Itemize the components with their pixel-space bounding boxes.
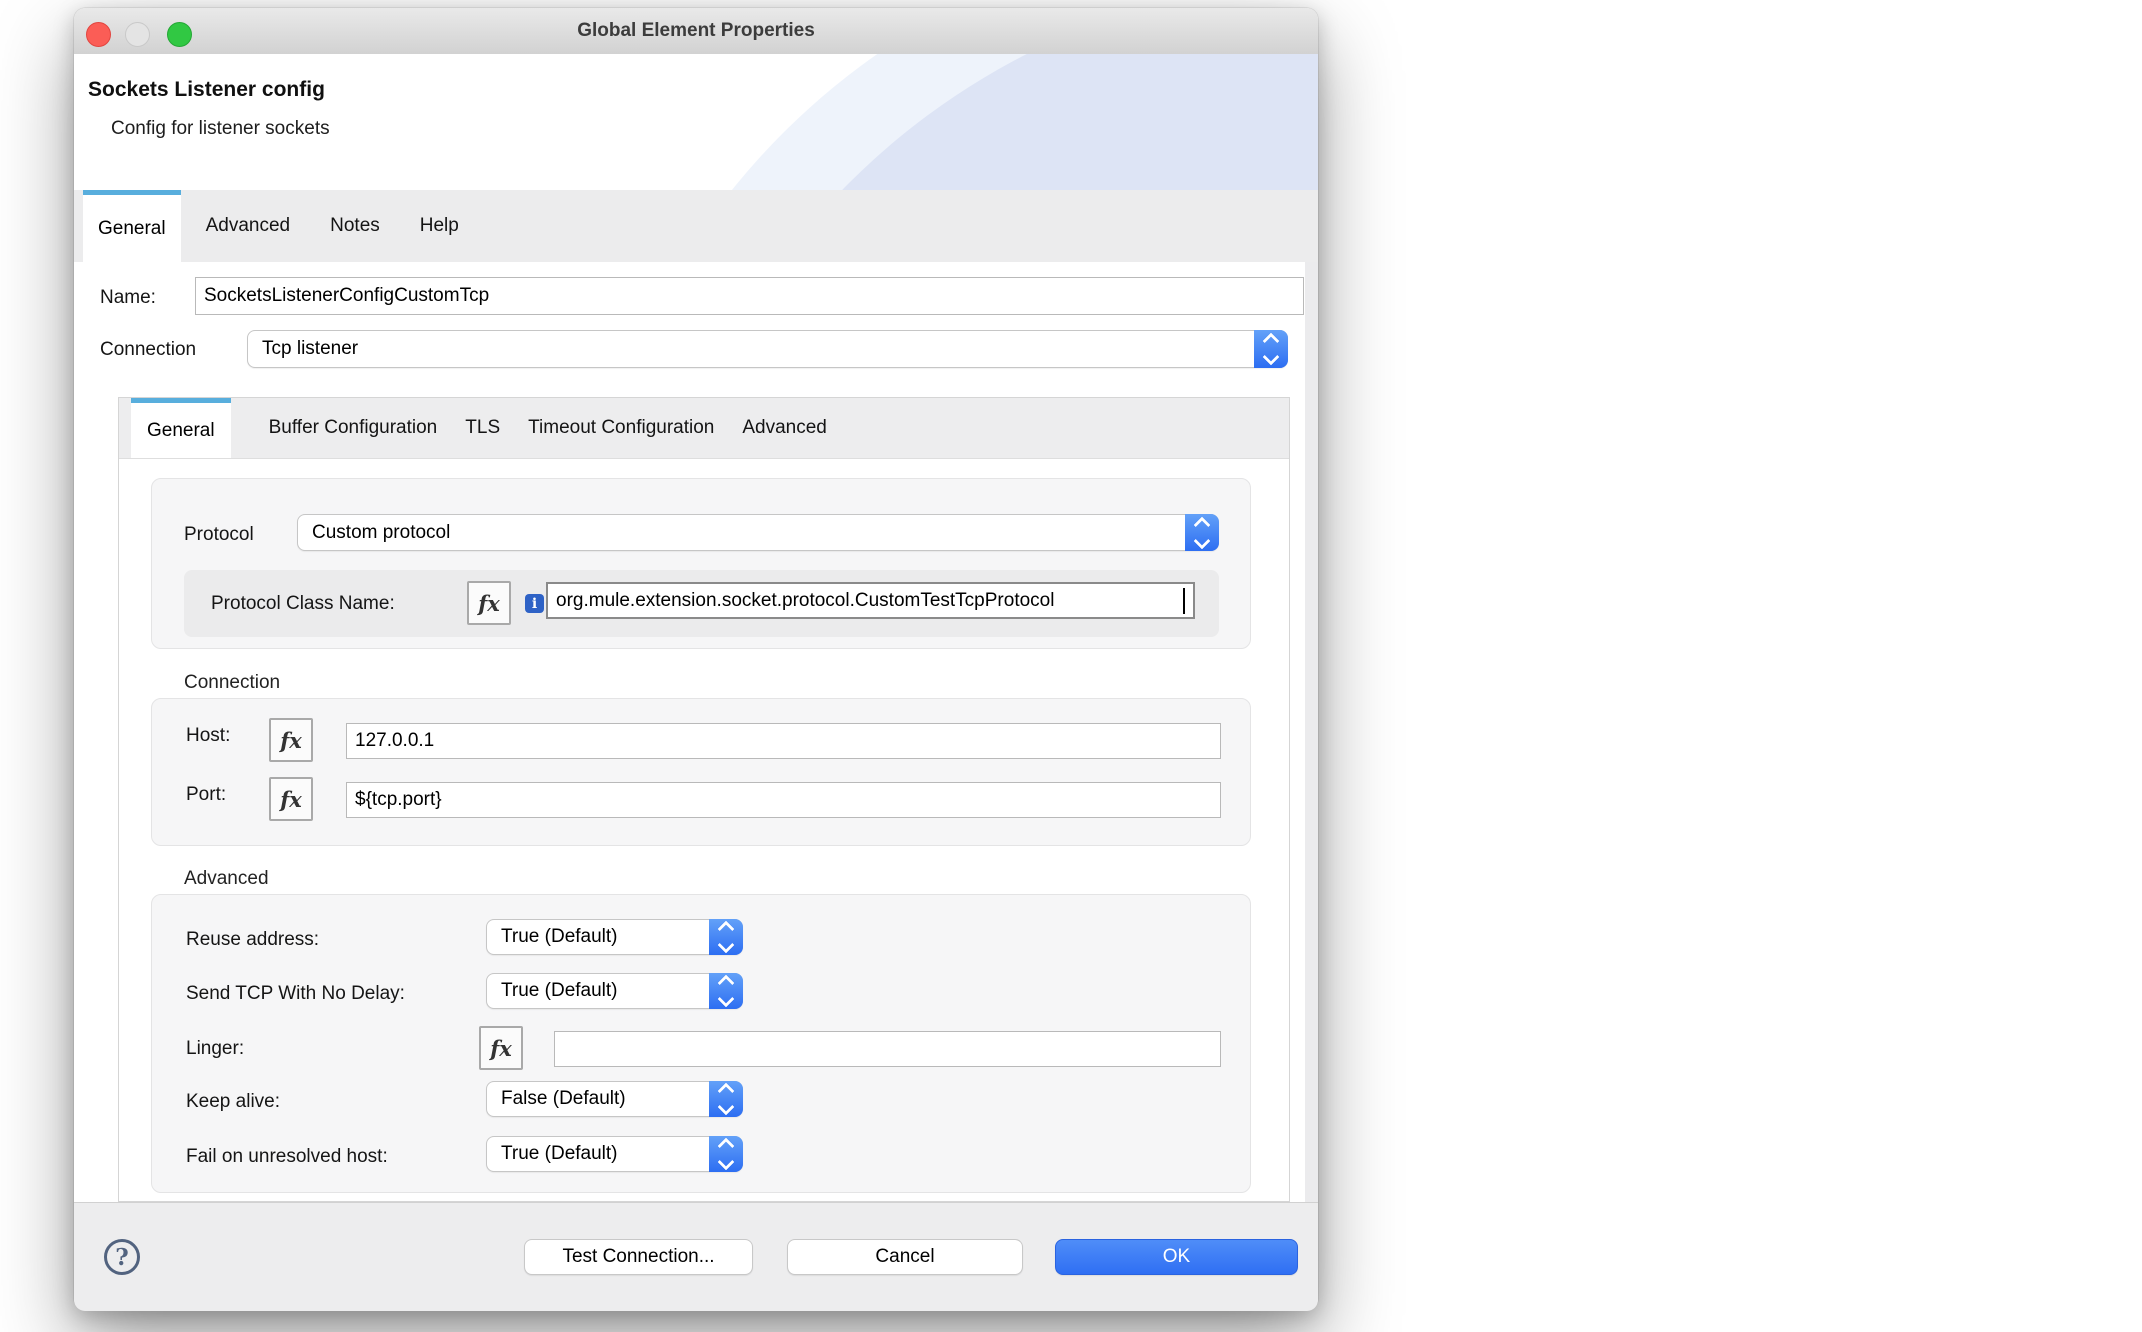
send-tcp-no-delay-value: True (Default) xyxy=(501,980,618,1001)
connection-section-heading: Connection xyxy=(184,672,281,693)
question-mark-icon: ? xyxy=(115,1243,129,1271)
cancel-button[interactable]: Cancel xyxy=(787,1239,1023,1275)
inner-tab-buffer-configuration[interactable]: Buffer Configuration xyxy=(255,398,452,458)
test-connection-button[interactable]: Test Connection... xyxy=(524,1239,753,1275)
fx-expression-button[interactable]: fx xyxy=(269,718,313,762)
send-tcp-no-delay-label: Send TCP With No Delay: xyxy=(186,983,405,1004)
send-tcp-no-delay-select[interactable]: True (Default) xyxy=(486,973,743,1009)
protocol-label: Protocol xyxy=(184,524,254,545)
advanced-section-heading: Advanced xyxy=(184,868,269,889)
connection-config-panel: General Buffer Configuration TLS Timeout… xyxy=(118,397,1290,1202)
name-input[interactable] xyxy=(195,277,1304,315)
inner-tab-timeout-configuration[interactable]: Timeout Configuration xyxy=(514,398,728,458)
dialog-title: Sockets Listener config xyxy=(88,78,325,101)
dialog-subtitle: Config for listener sockets xyxy=(111,118,330,139)
port-input[interactable] xyxy=(346,782,1221,818)
linger-input[interactable] xyxy=(554,1031,1221,1067)
connection-select-value: Tcp listener xyxy=(262,338,359,359)
host-input[interactable] xyxy=(346,723,1221,759)
keep-alive-select[interactable]: False (Default) xyxy=(486,1081,743,1117)
protocol-select[interactable]: Custom protocol xyxy=(297,514,1219,551)
chevron-up-down-icon xyxy=(709,919,743,955)
name-label: Name: xyxy=(100,287,156,308)
fail-on-unresolved-host-value: True (Default) xyxy=(501,1143,618,1164)
chevron-up-down-icon xyxy=(709,1136,743,1172)
protocol-select-value: Custom protocol xyxy=(312,521,451,543)
connection-select[interactable]: Tcp listener xyxy=(247,330,1288,368)
chevron-up-down-icon xyxy=(1185,514,1219,551)
chevron-up-down-icon xyxy=(709,1081,743,1117)
scrollbar-track[interactable] xyxy=(1305,262,1318,1202)
inner-tab-strip: General Buffer Configuration TLS Timeout… xyxy=(119,398,1289,459)
host-label: Host: xyxy=(186,725,231,746)
keep-alive-label: Keep alive: xyxy=(186,1091,281,1112)
port-label: Port: xyxy=(186,784,227,805)
tab-help[interactable]: Help xyxy=(407,190,472,262)
info-icon: i xyxy=(525,594,544,613)
tab-notes[interactable]: Notes xyxy=(317,190,393,262)
fail-on-unresolved-host-label: Fail on unresolved host: xyxy=(186,1146,388,1167)
tab-advanced[interactable]: Advanced xyxy=(193,190,304,262)
tab-general[interactable]: General xyxy=(83,190,181,262)
chevron-up-down-icon xyxy=(1254,330,1288,368)
text-caret xyxy=(1183,588,1185,614)
help-button[interactable]: ? xyxy=(104,1239,140,1275)
connection-label: Connection xyxy=(100,339,197,360)
global-element-properties-dialog: Global Element Properties Sockets Listen… xyxy=(74,8,1318,1311)
reuse-address-label: Reuse address: xyxy=(186,929,320,950)
fx-expression-button[interactable]: fx xyxy=(479,1026,523,1070)
title-bar[interactable]: Global Element Properties xyxy=(74,8,1318,55)
general-tab-content: Name: Connection Tcp listener General Bu… xyxy=(74,262,1318,1202)
reuse-address-value: True (Default) xyxy=(501,926,618,947)
protocol-class-label: Protocol Class Name: xyxy=(211,593,395,614)
protocol-class-input[interactable] xyxy=(546,582,1195,619)
keep-alive-value: False (Default) xyxy=(501,1088,626,1109)
fail-on-unresolved-host-select[interactable]: True (Default) xyxy=(486,1136,743,1172)
linger-label: Linger: xyxy=(186,1038,245,1059)
button-bar: ? Test Connection... Cancel OK xyxy=(74,1202,1318,1311)
inner-tab-general[interactable]: General xyxy=(131,398,231,458)
fx-expression-button[interactable]: fx xyxy=(467,581,511,625)
inner-tab-advanced[interactable]: Advanced xyxy=(728,398,841,458)
ok-button[interactable]: OK xyxy=(1055,1239,1298,1275)
outer-tab-strip: General Advanced Notes Help xyxy=(74,190,1318,262)
inner-tab-tls[interactable]: TLS xyxy=(451,398,514,458)
fx-expression-button[interactable]: fx xyxy=(269,777,313,821)
connection-group xyxy=(151,698,1251,846)
chevron-up-down-icon xyxy=(709,973,743,1009)
reuse-address-select[interactable]: True (Default) xyxy=(486,919,743,955)
window-title: Global Element Properties xyxy=(577,20,815,41)
dialog-header: Sockets Listener config Config for liste… xyxy=(74,54,1318,190)
